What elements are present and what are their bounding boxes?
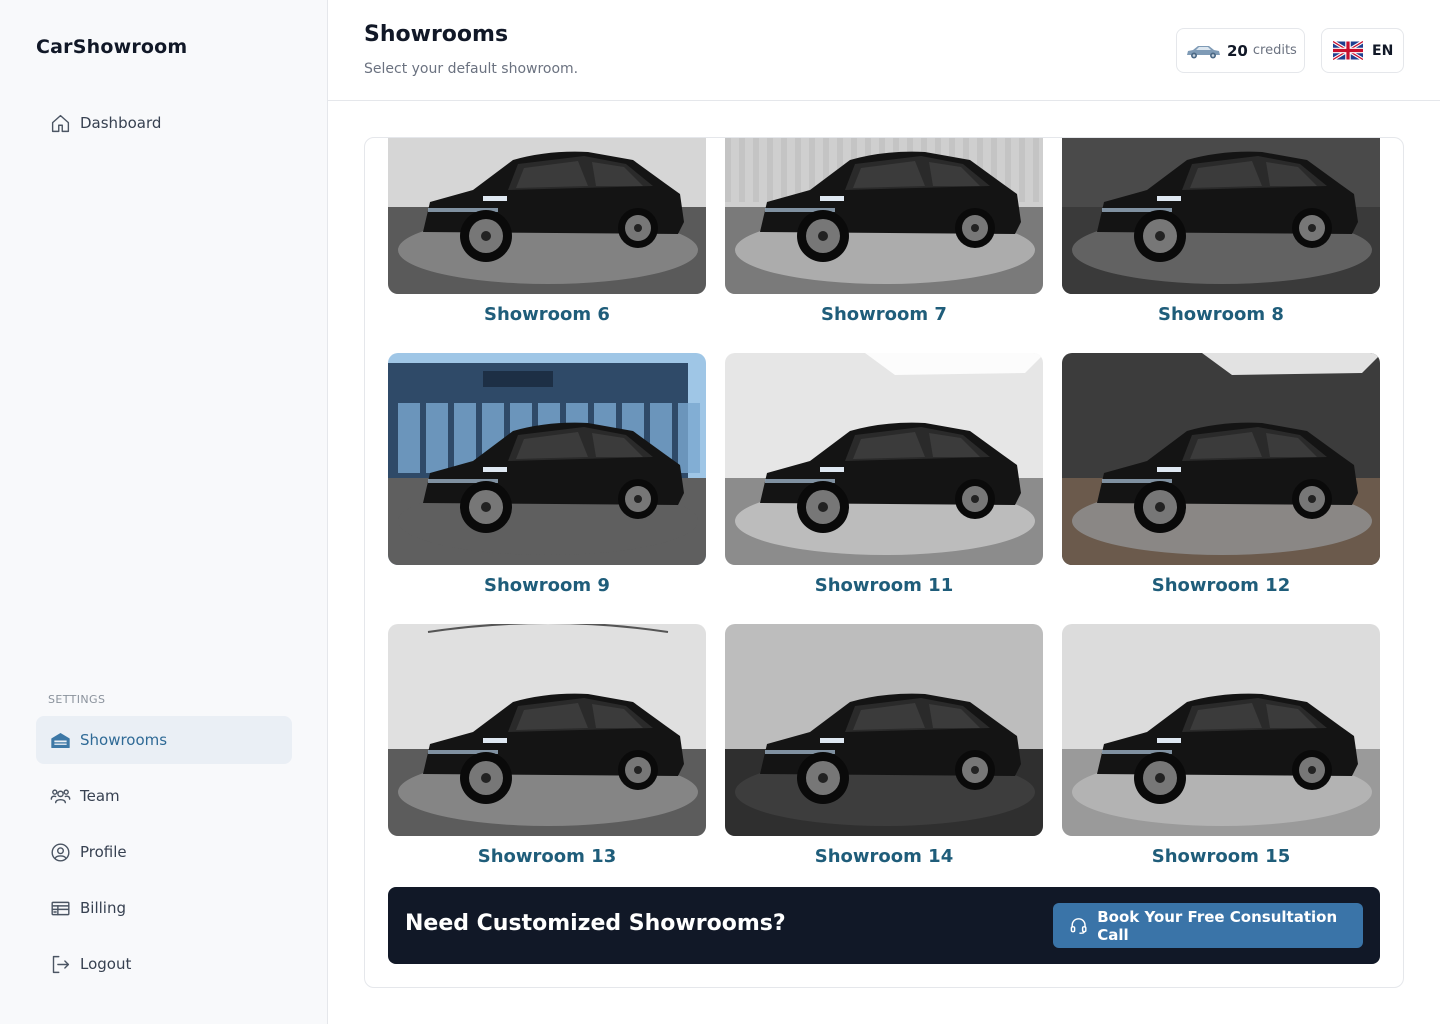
main-area: Showrooms Select your default showroom. … bbox=[328, 0, 1440, 1024]
showroom-thumbnail[interactable] bbox=[388, 138, 706, 294]
showroom-label: Showroom 14 bbox=[814, 846, 954, 867]
showroom-card[interactable]: Showroom 11 bbox=[725, 353, 1043, 596]
headset-icon bbox=[1070, 917, 1087, 934]
page-subtitle: Select your default showroom. bbox=[364, 61, 579, 77]
credits-label: credits bbox=[1252, 43, 1297, 58]
showroom-card[interactable]: Showroom 7 bbox=[725, 138, 1043, 325]
book-consultation-button[interactable]: Book Your Free Consultation Call bbox=[1053, 903, 1363, 948]
showroom-label: Showroom 15 bbox=[1151, 846, 1291, 867]
showroom-label: Showroom 7 bbox=[821, 304, 947, 325]
showroom-card[interactable]: Showroom 15 bbox=[1062, 624, 1380, 867]
user-circle-icon bbox=[49, 841, 71, 863]
showroom-label: Showroom 11 bbox=[814, 575, 954, 596]
sidebar-item-label: Dashboard bbox=[80, 114, 162, 132]
showroom-thumbnail[interactable] bbox=[1062, 138, 1380, 294]
showroom-thumbnail[interactable] bbox=[1062, 353, 1380, 565]
showroom-thumbnail[interactable] bbox=[388, 353, 706, 565]
showroom-thumbnail[interactable] bbox=[725, 138, 1043, 294]
sidebar-item-billing[interactable]: Billing bbox=[36, 884, 292, 932]
showroom-card[interactable]: Showroom 14 bbox=[725, 624, 1043, 867]
showroom-label: Showroom 13 bbox=[477, 846, 617, 867]
sidebar-item-label: Team bbox=[80, 787, 120, 805]
cta-button-label: Book Your Free Consultation Call bbox=[1097, 907, 1338, 944]
sidebar-item-logout[interactable]: Logout bbox=[36, 940, 292, 988]
sidebar: CarShowroom Dashboard SETTINGS Showrooms… bbox=[0, 0, 328, 1024]
cta-title: Need Customized Showrooms? bbox=[405, 911, 786, 936]
showroom-card[interactable]: Showroom 6 bbox=[388, 138, 706, 325]
uk-flag-icon bbox=[1333, 41, 1363, 60]
showroom-thumbnail[interactable] bbox=[725, 624, 1043, 836]
showroom-card[interactable]: Showroom 13 bbox=[388, 624, 706, 867]
sidebar-item-label: Profile bbox=[80, 843, 127, 861]
showroom-grid: Showroom 6 Showroom 7 Showroom 8 Showroo… bbox=[364, 137, 1404, 988]
showroom-card[interactable]: Showroom 12 bbox=[1062, 353, 1380, 596]
language-code: EN bbox=[1372, 42, 1394, 59]
car-icon bbox=[1187, 45, 1220, 58]
showroom-label: Showroom 12 bbox=[1151, 575, 1291, 596]
credits-value: 20 bbox=[1227, 41, 1248, 60]
showroom-label: Showroom 9 bbox=[484, 575, 610, 596]
language-selector[interactable]: EN bbox=[1321, 28, 1404, 73]
consultation-banner: Need Customized Showrooms? Book Your Fre… bbox=[388, 887, 1380, 964]
settings-section-label: SETTINGS bbox=[48, 693, 106, 706]
brand-logo[interactable]: CarShowroom bbox=[36, 36, 187, 58]
showroom-thumbnail[interactable] bbox=[1062, 624, 1380, 836]
billing-icon bbox=[49, 897, 71, 919]
showroom-label: Showroom 8 bbox=[1158, 304, 1284, 325]
sidebar-item-showrooms[interactable]: Showrooms bbox=[36, 716, 292, 764]
page-title: Showrooms bbox=[364, 22, 509, 47]
garage-icon bbox=[49, 729, 71, 751]
sidebar-item-label: Logout bbox=[80, 955, 132, 973]
logout-icon bbox=[49, 953, 71, 975]
showroom-card[interactable]: Showroom 8 bbox=[1062, 138, 1380, 325]
sidebar-item-team[interactable]: Team bbox=[36, 772, 292, 820]
sidebar-item-profile[interactable]: Profile bbox=[36, 828, 292, 876]
showroom-thumbnail[interactable] bbox=[725, 353, 1043, 565]
page-header: Showrooms Select your default showroom. … bbox=[328, 0, 1440, 101]
sidebar-item-label: Billing bbox=[80, 899, 126, 917]
showroom-card[interactable]: Showroom 9 bbox=[388, 353, 706, 596]
home-icon bbox=[49, 112, 71, 134]
showroom-thumbnail[interactable] bbox=[388, 624, 706, 836]
credits-button[interactable]: 20 credits bbox=[1176, 28, 1305, 73]
sidebar-item-dashboard[interactable]: Dashboard bbox=[36, 99, 292, 147]
showroom-label: Showroom 6 bbox=[484, 304, 610, 325]
team-icon bbox=[49, 785, 71, 807]
sidebar-item-label: Showrooms bbox=[80, 731, 168, 749]
